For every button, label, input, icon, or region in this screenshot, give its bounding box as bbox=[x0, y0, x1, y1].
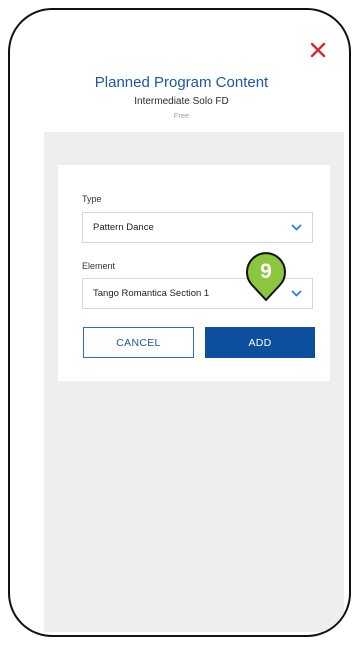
chevron-down-icon bbox=[291, 224, 302, 231]
step-badge: 9 bbox=[241, 251, 291, 301]
element-select-value: Tango Romantica Section 1 bbox=[93, 288, 210, 299]
element-label: Element bbox=[82, 261, 116, 271]
chevron-down-icon bbox=[291, 290, 302, 297]
type-label: Type bbox=[82, 194, 102, 204]
close-icon bbox=[310, 42, 326, 58]
type-select[interactable]: Pattern Dance bbox=[82, 212, 313, 243]
page-subtitle: Intermediate Solo FD bbox=[134, 96, 229, 107]
dialog-header: Planned Program Content Intermediate Sol… bbox=[10, 73, 349, 122]
page-title: Planned Program Content bbox=[94, 74, 269, 91]
phone-frame: Planned Program Content Intermediate Sol… bbox=[8, 8, 351, 637]
close-button[interactable] bbox=[307, 39, 329, 61]
program-type-caption: Free bbox=[173, 111, 190, 120]
type-select-value: Pattern Dance bbox=[93, 222, 154, 233]
step-number: 9 bbox=[260, 260, 272, 283]
cancel-button[interactable]: CANCEL bbox=[83, 327, 194, 358]
add-button[interactable]: ADD bbox=[205, 327, 315, 358]
